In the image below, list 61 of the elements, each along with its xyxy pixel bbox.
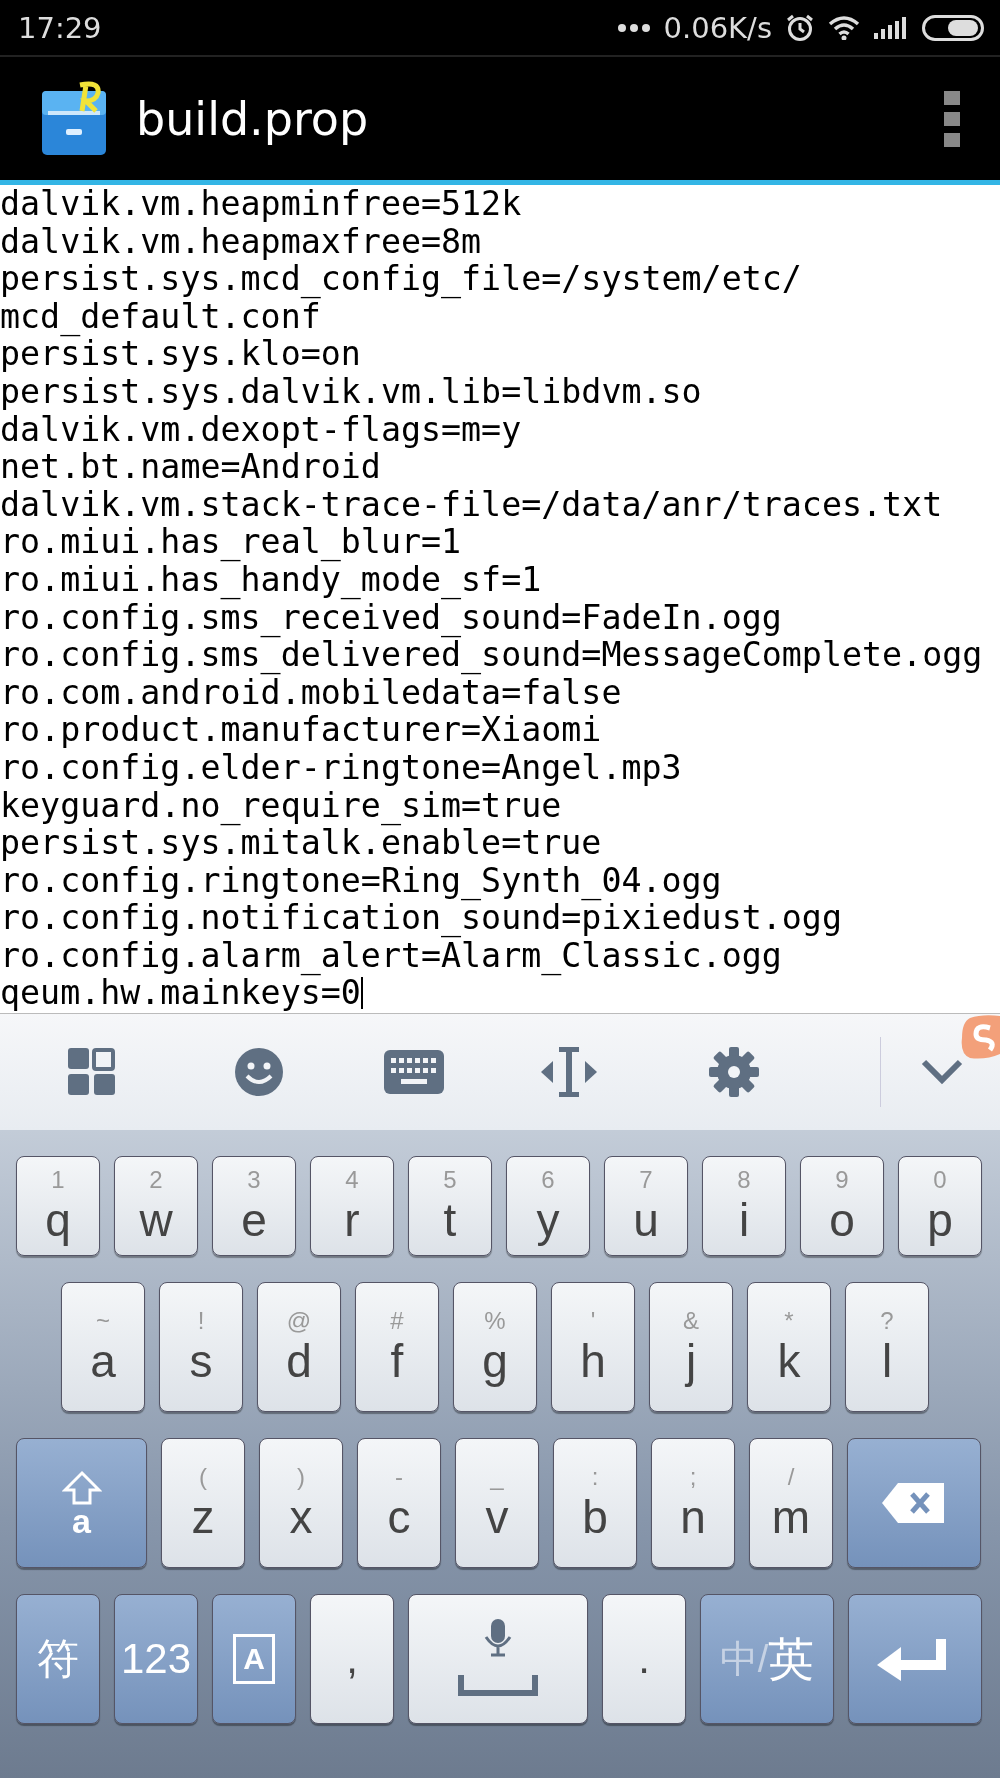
text-line: net.bt.name=Android <box>0 448 381 486</box>
file-title: build.prop <box>136 91 370 146</box>
letter-key[interactable]: - c <box>357 1438 441 1568</box>
backspace-key[interactable] <box>847 1438 981 1568</box>
apps-icon[interactable] <box>68 1048 116 1096</box>
letter-key[interactable]: 6 y <box>506 1156 590 1256</box>
letter-key[interactable]: # f <box>355 1282 439 1412</box>
text-line: ro.miui.has_real_blur=1 <box>0 523 462 561</box>
up-arrow-icon <box>61 1470 102 1506</box>
wifi-icon <box>828 15 860 40</box>
microphone-space-icon <box>458 1619 538 1699</box>
clock: 17:29 <box>18 10 102 45</box>
letter-key[interactable]: 8 i <box>702 1156 786 1256</box>
letter-key[interactable]: ' h <box>551 1282 635 1412</box>
letter-key[interactable]: 5 t <box>408 1156 492 1256</box>
more-notifications-icon <box>617 23 650 32</box>
letter-key[interactable]: : b <box>553 1438 637 1568</box>
letter-key[interactable]: 0 p <box>898 1156 982 1256</box>
signal-icon <box>874 16 908 39</box>
letter-key[interactable]: ( z <box>161 1438 245 1568</box>
letter-key[interactable]: * k <box>747 1282 831 1412</box>
text-line: dalvik.vm.stack-trace-file=/data/anr/traces.txt <box>0 485 943 524</box>
cursor-move-icon[interactable] <box>541 1047 597 1097</box>
collapse-icon[interactable] <box>921 1059 963 1085</box>
letter-key[interactable]: 9 o <box>800 1156 884 1256</box>
letter-key[interactable]: ; n <box>651 1438 735 1568</box>
letter-key[interactable]: / m <box>749 1438 833 1568</box>
letter-key[interactable]: 7 u <box>604 1156 688 1256</box>
letter-key[interactable]: _ v <box>455 1438 539 1568</box>
letter-key[interactable]: ~ a <box>61 1282 145 1412</box>
letter-key[interactable]: & j <box>649 1282 733 1412</box>
space-key[interactable] <box>408 1594 588 1724</box>
settings-icon[interactable] <box>709 1047 759 1097</box>
overflow-menu-icon[interactable] <box>944 90 960 147</box>
text-line: persist.sys.mcd_config_file=/system/etc/ <box>0 260 802 298</box>
text-line: dalvik.vm.heapmaxfree=8m <box>0 222 482 261</box>
letter-key[interactable]: 3 e <box>212 1156 296 1256</box>
emoji-icon[interactable] <box>235 1048 283 1096</box>
text-line: ro.config.elder-ringtone=Angel.mp3 <box>0 748 682 787</box>
letter-key[interactable]: ! s <box>159 1282 243 1412</box>
letter-key[interactable]: ? l <box>845 1282 929 1412</box>
punctuation-key[interactable]: , <box>310 1594 394 1724</box>
text-line: ro.product.manufacturer=Xiaomi <box>0 711 602 749</box>
text-line: dalvik.vm.heapminfree=512k <box>0 185 522 223</box>
letter-key[interactable]: ) x <box>259 1438 343 1568</box>
letter-key[interactable]: % g <box>453 1282 537 1412</box>
punctuation-key[interactable]: . <box>602 1594 686 1724</box>
letter-key[interactable]: @ d <box>257 1282 341 1412</box>
text-line: ro.config.ringtone=Ring_Synth_04.ogg <box>0 861 722 900</box>
text-line: keyguard.no_require_sim=true <box>0 786 562 825</box>
alarm-icon <box>786 13 814 42</box>
battery-icon <box>922 14 984 41</box>
enter-key[interactable] <box>848 1594 982 1724</box>
letter-key[interactable]: 2 w <box>114 1156 198 1256</box>
network-speed: 0.06K/s <box>663 10 772 45</box>
text-line: persist.sys.dalvik.vm.lib=libdvm.so <box>0 372 702 411</box>
backspace-icon <box>882 1483 946 1523</box>
letter-key[interactable]: 1 q <box>16 1156 100 1256</box>
text-line: dalvik.vm.dexopt-flags=m=y <box>0 410 522 449</box>
letter-key[interactable]: 4 r <box>310 1156 394 1256</box>
keyboard-icon[interactable] <box>384 1050 444 1094</box>
